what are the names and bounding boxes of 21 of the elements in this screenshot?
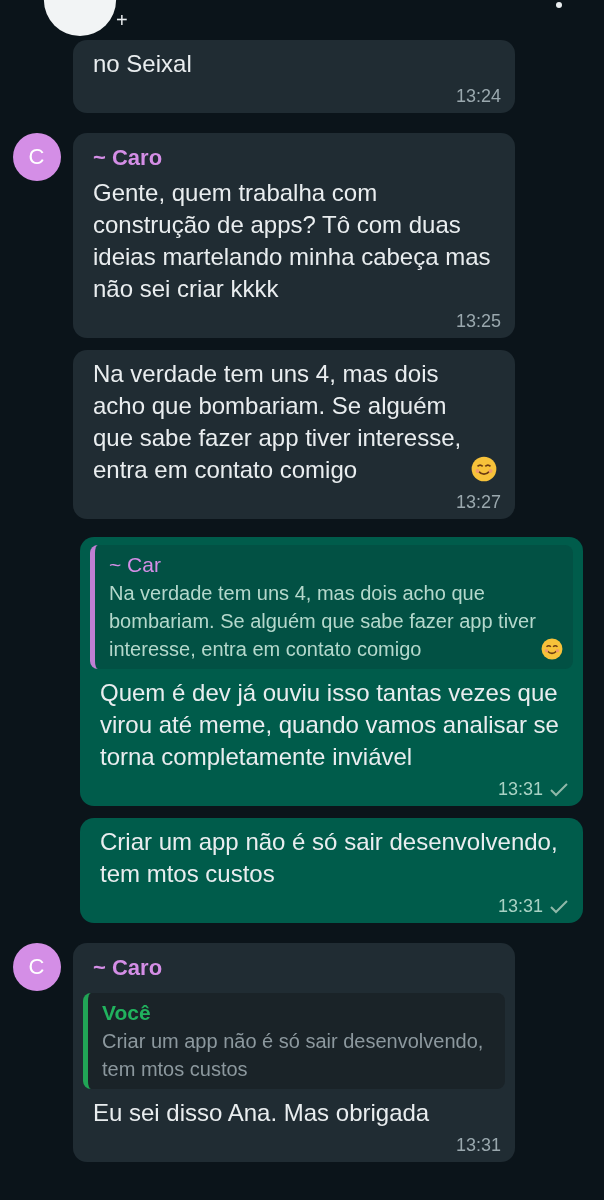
message-text: Quem é dev já ouviu isso tantas vezes que virou até meme, quando vamos analisar se torna completamente inviável: [100, 678, 560, 772]
chat-title: +: [116, 9, 128, 32]
message-time: 13:31: [497, 896, 543, 917]
quoted-text: Criar um app não é só sair desenvolvendo, tem mtos custos: [102, 1029, 485, 1082]
message-text: Na verdade tem uns 4, mas dois acho que bombariam. Se alguém que sabe fazer app tiver interesse, entra em contato comigo: [93, 359, 463, 485]
sender-name: ~ Caro: [92, 954, 164, 982]
message-text: Eu sei disso Ana. Mas obrigada: [93, 1098, 430, 1128]
quoted-sender: Você: [102, 1001, 152, 1025]
sender-name: ~ Caro: [92, 144, 164, 172]
message-time: 13:31: [455, 1135, 501, 1156]
message-time: 13:31: [497, 779, 543, 800]
message-text: Criar um app não é só sair desenvolvendo, tem mtos custos: [100, 827, 559, 889]
message-time: 13:27: [455, 492, 501, 513]
quoted-sender: ~ Car: [109, 553, 162, 577]
message-time: 13:25: [455, 311, 501, 332]
quoted-message[interactable]: Você Criar um app não é só sair desenvolvendo, tem mtos custos: [83, 993, 505, 1089]
message-text: no Seixal: [93, 49, 192, 79]
message-time: 13:24: [455, 86, 501, 107]
quoted-message[interactable]: ~ Car Na verdade tem uns 4, mas dois acho que bombariam. Se alguém que sabe fazer app tiver interesse, entra em contato comigo: [90, 545, 573, 669]
message-text: Gente, quem trabalha com construção de apps? Tô com duas ideias martelando minha cabeça mas não sei criar kkkk: [93, 178, 492, 304]
quoted-text: Na verdade tem uns 4, mas dois acho que bombariam. Se alguém que sabe fazer app tiver interesse, entra em contato comigo: [109, 581, 537, 662]
